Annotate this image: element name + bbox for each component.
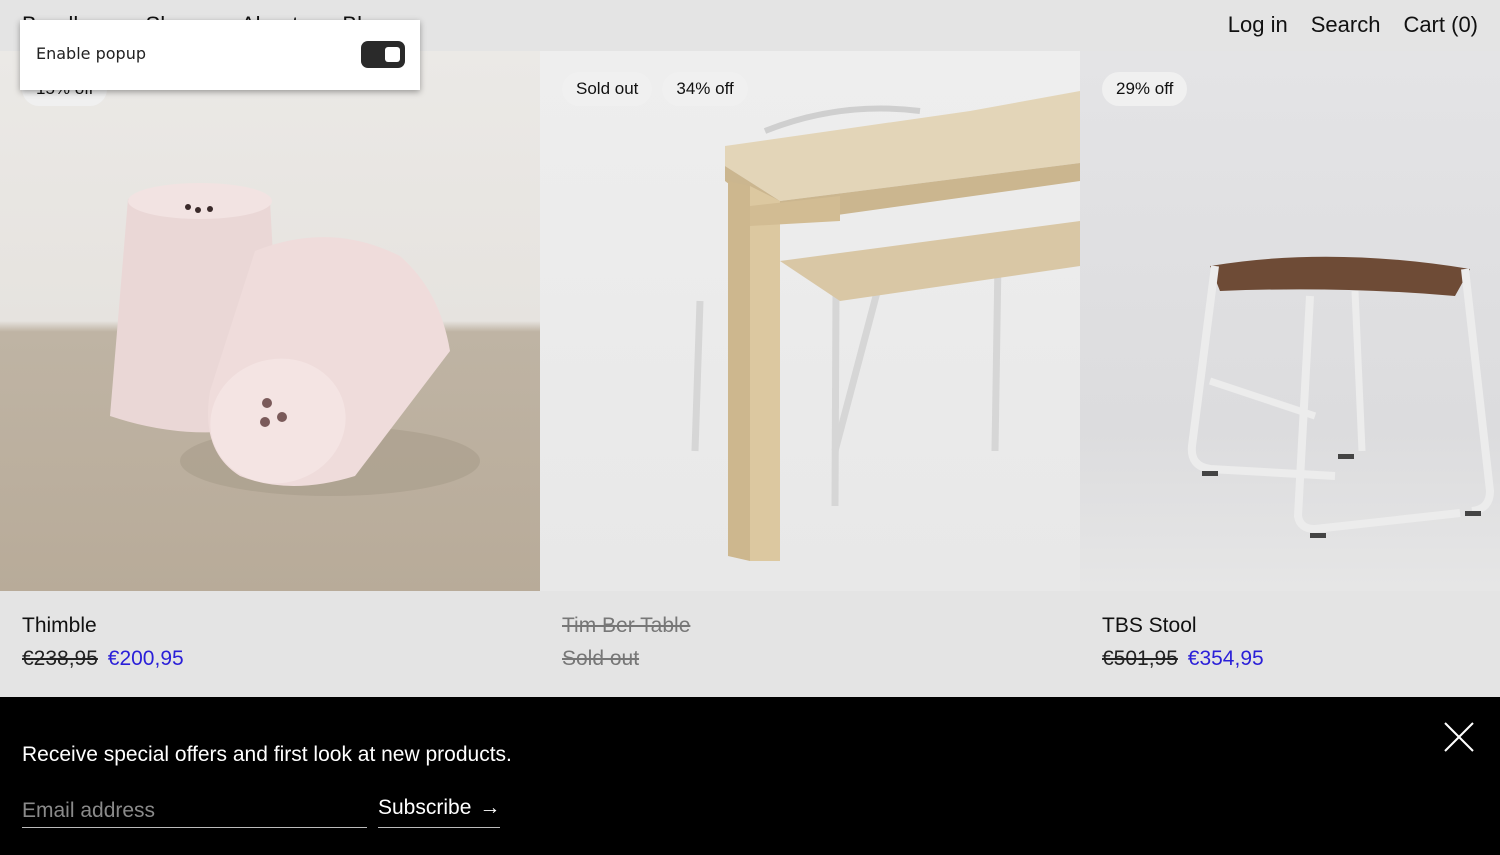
subscribe-button[interactable]: Subscribe → (378, 796, 501, 828)
newsletter-banner: Receive special offers and first look at… (0, 697, 1500, 855)
enable-popup-panel: Enable popup (20, 20, 420, 90)
product-info: Thimble €238,95 €200,95 (22, 614, 184, 671)
sale-price: €200,95 (107, 647, 184, 670)
product-image-thimble[interactable]: 15% off (0, 51, 540, 591)
product-name[interactable]: Thimble (22, 614, 184, 638)
discount-badge: 34% off (662, 72, 748, 106)
product-grid: 15% off Thimble €238,95 €200,95 (0, 51, 1500, 697)
product-info: TBS Stool €501,95 €354,95 (1102, 614, 1264, 671)
toggle-knob (385, 47, 400, 62)
account-nav: Log in Search Cart (0) (1228, 12, 1478, 38)
product-name[interactable]: Tim Ber Table (562, 614, 690, 638)
product-card[interactable]: 15% off Thimble €238,95 €200,95 (0, 51, 540, 697)
close-icon[interactable] (1443, 721, 1475, 753)
product-card[interactable]: 29% off TBS Stool €501,95 €354,95 (1080, 51, 1500, 697)
thimble-stools-illustration (110, 183, 480, 496)
product-info: Tim Ber Table Sold out (562, 614, 690, 671)
stool-illustration (1187, 256, 1495, 538)
product-image-tbs-stool[interactable]: 29% off (1080, 51, 1500, 591)
email-input[interactable] (22, 794, 367, 828)
sold-out-status: Sold out (562, 647, 640, 670)
table-chair-illustration (691, 91, 1080, 561)
sold-out-badge: Sold out (562, 72, 653, 106)
price-row: €501,95 €354,95 (1102, 647, 1264, 671)
badge-group: Sold out 34% off (562, 72, 748, 106)
price-row: €238,95 €200,95 (22, 647, 184, 671)
newsletter-message: Receive special offers and first look at… (22, 743, 512, 766)
compare-price: €501,95 (1102, 647, 1178, 670)
subscribe-label: Subscribe (378, 796, 472, 819)
price-row: Sold out (562, 647, 690, 671)
product-card[interactable]: Sold out 34% off Tim Ber Table Sold out (540, 51, 1080, 697)
search-link[interactable]: Search (1311, 12, 1381, 38)
discount-badge: 29% off (1102, 72, 1188, 106)
enable-popup-label: Enable popup (36, 44, 146, 63)
product-name[interactable]: TBS Stool (1102, 614, 1264, 638)
compare-price: €238,95 (22, 647, 98, 670)
sale-price: €354,95 (1187, 647, 1264, 670)
badge-group: 29% off (1102, 72, 1188, 106)
enable-popup-toggle[interactable] (361, 41, 405, 68)
login-link[interactable]: Log in (1228, 12, 1288, 38)
arrow-right-icon: → (479, 796, 501, 819)
product-image-tim-ber-table[interactable]: Sold out 34% off (540, 51, 1080, 591)
cart-link[interactable]: Cart (0) (1403, 12, 1478, 38)
